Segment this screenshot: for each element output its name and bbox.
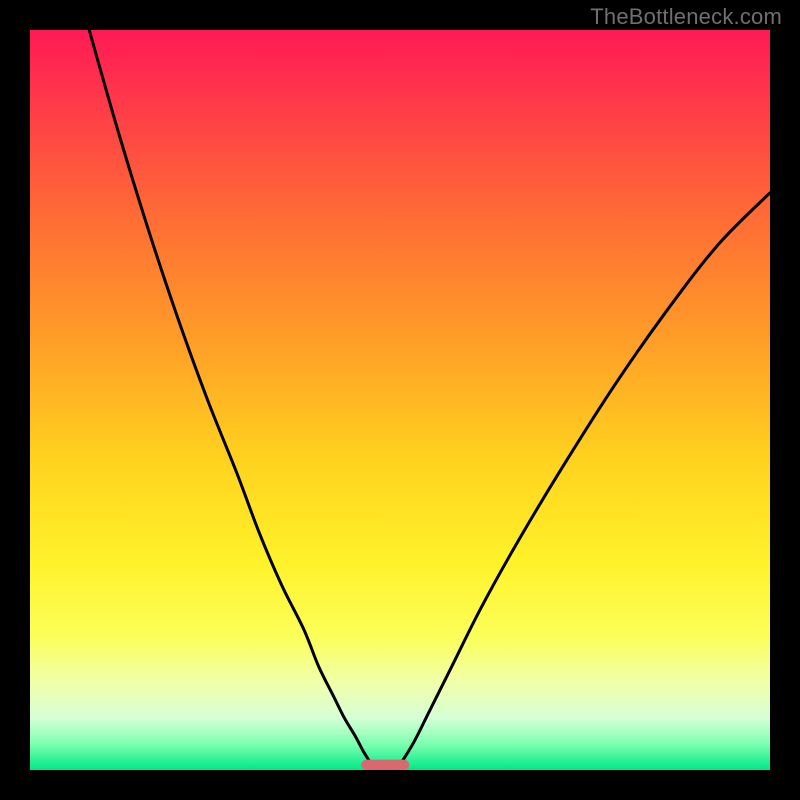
gradient-background: [30, 30, 770, 770]
chart-frame: TheBottleneck.com: [0, 0, 800, 800]
watermark-text: TheBottleneck.com: [590, 4, 782, 30]
plot-area: [30, 30, 770, 770]
bottleneck-marker: [361, 760, 409, 770]
chart-svg: [30, 30, 770, 770]
